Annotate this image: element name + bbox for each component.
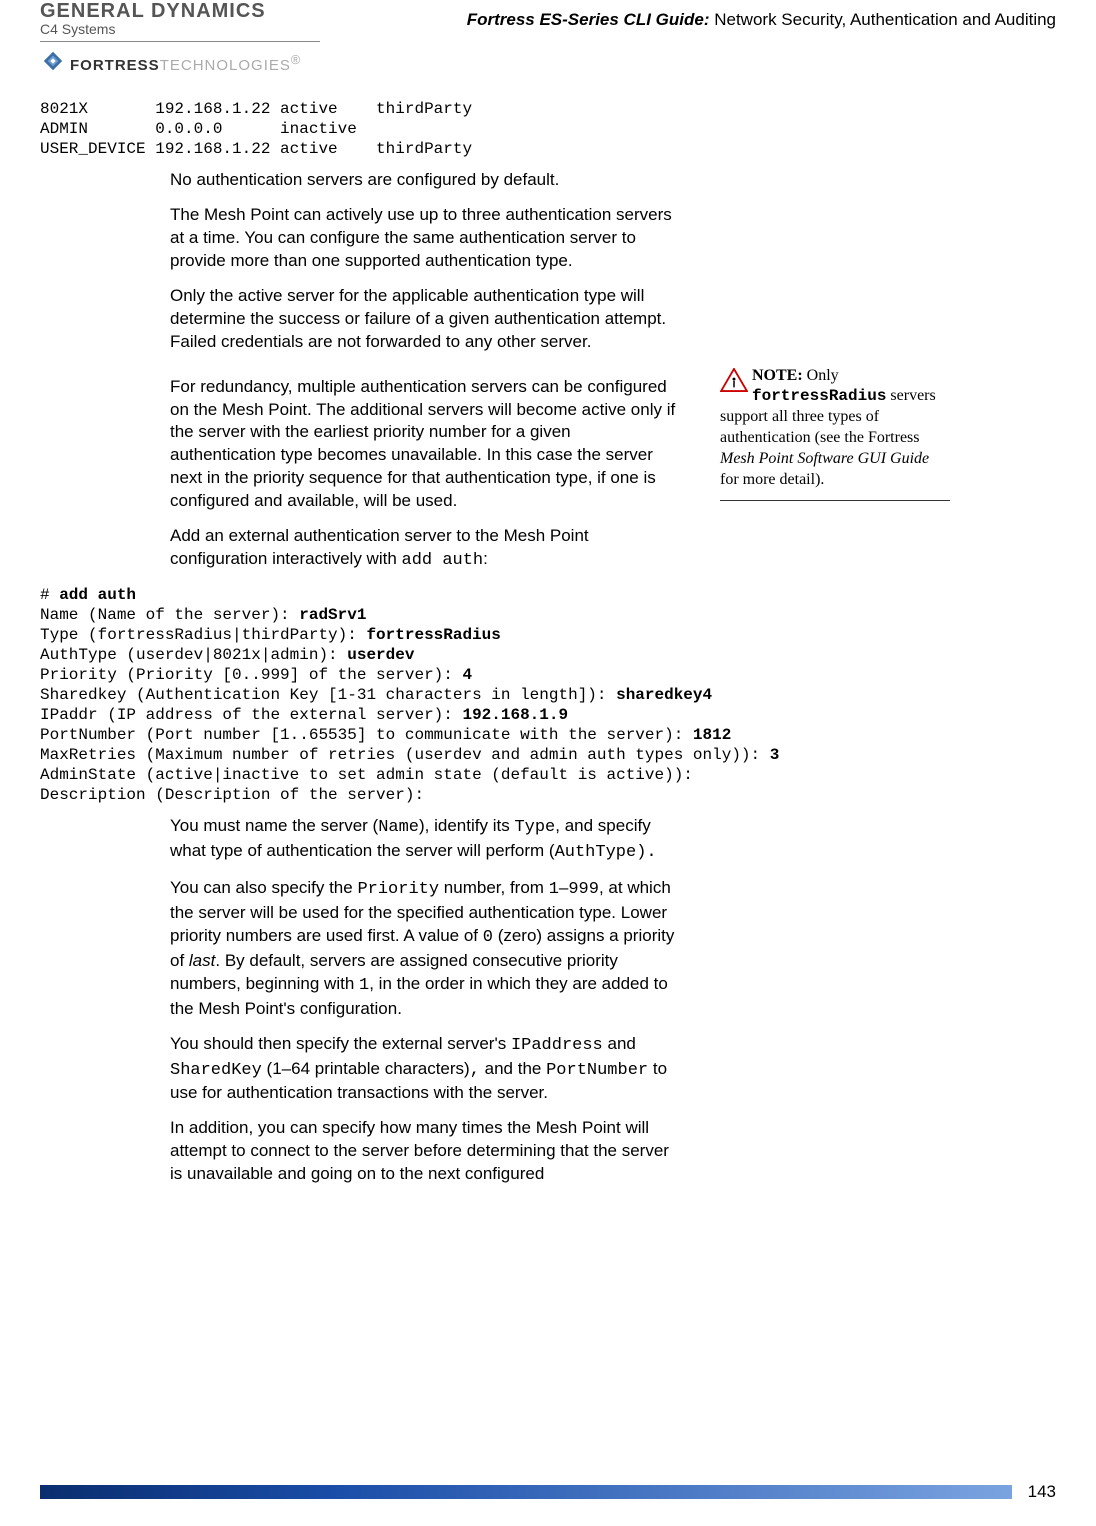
cli-label: Description (Description of the server):: [40, 786, 424, 804]
cli-label: Type (fortressRadius|thirdParty):: [40, 626, 366, 644]
inline-code: AuthType).: [555, 843, 657, 862]
text: (1–64 printable characters): [262, 1059, 470, 1078]
cli-label: IPaddr (IP address of the external serve…: [40, 706, 462, 724]
note-mono: fortressRadius: [752, 387, 886, 405]
text: You can also specify the: [170, 878, 357, 897]
gd-logo-line2: C4 Systems: [40, 21, 320, 37]
side-note: NOTE: Only fortressRadius servers suppor…: [720, 366, 950, 502]
registered-mark: ®: [291, 53, 301, 67]
fortress-word: FORTRESS: [70, 57, 160, 74]
cli-input: 192.168.1.9: [462, 706, 568, 724]
fortress-diamond-icon: [40, 48, 66, 79]
cli-input: fortressRadius: [366, 626, 500, 644]
text: ), identify its: [419, 816, 514, 835]
inline-code: SharedKey: [170, 1061, 262, 1080]
note-title: NOTE:: [752, 367, 803, 384]
inline-code: 1: [359, 976, 369, 995]
paragraph: For redundancy, multiple authentication …: [170, 376, 680, 514]
paragraph: Only the active server for the applicabl…: [170, 285, 680, 354]
paragraph: No authentication servers are configured…: [170, 169, 680, 192]
paragraph: Add an external authentication server to…: [170, 525, 680, 573]
text: –: [559, 878, 568, 897]
content-area: 8021X 192.168.1.22 active thirdParty ADM…: [0, 79, 1096, 1186]
paragraph: You must name the server (Name), identif…: [170, 815, 680, 865]
inline-code: Type: [514, 818, 555, 837]
page-number: 143: [1028, 1482, 1056, 1502]
note-text: Only: [803, 367, 839, 384]
cli-label: AuthType (userdev|8021x|admin):: [40, 646, 347, 664]
inline-code: 999: [568, 880, 599, 899]
code-table-output: 8021X 192.168.1.22 active thirdParty ADM…: [40, 99, 1056, 159]
note-em: Mesh Point Software GUI Guide: [720, 450, 929, 467]
header-title: Fortress ES-Series CLI Guide: Network Se…: [320, 0, 1056, 30]
inline-code: Name: [378, 818, 419, 837]
header-title-em: Fortress ES-Series CLI Guide:: [467, 10, 710, 29]
paragraph: You can also specify the Priority number…: [170, 877, 680, 1021]
paragraph: The Mesh Point can actively use up to th…: [170, 204, 680, 273]
text: and: [603, 1034, 636, 1053]
page-footer: 143: [40, 1482, 1056, 1502]
cli-label: Sharedkey (Authentication Key [1-31 char…: [40, 686, 616, 704]
inline-command: add auth: [402, 551, 484, 570]
gd-logo-line1: GENERAL DYNAMICS: [40, 0, 320, 23]
header-title-rest: Network Security, Authentication and Aud…: [710, 10, 1057, 29]
cli-input: 4: [462, 666, 472, 684]
technologies-word: TECHNOLOGIES: [160, 57, 291, 74]
text: number, from: [439, 878, 549, 897]
fortress-logo-text: FORTRESSTECHNOLOGIES®: [70, 53, 301, 74]
inline-code: PortNumber: [546, 1061, 648, 1080]
cli-input: sharedkey4: [616, 686, 712, 704]
page-header: GENERAL DYNAMICS C4 Systems FORTRESSTECH…: [0, 0, 1096, 79]
cli-label: Priority (Priority [0..999] of the serve…: [40, 666, 462, 684]
company-logos: GENERAL DYNAMICS C4 Systems FORTRESSTECH…: [40, 0, 320, 79]
paragraph: In addition, you can specify how many ti…: [170, 1117, 680, 1186]
inline-em: last: [189, 951, 215, 970]
inline-code: IPaddress: [511, 1036, 603, 1055]
text: and the: [480, 1059, 546, 1078]
cli-label: AdminState (active|inactive to set admin…: [40, 766, 693, 784]
note-text: for more detail).: [720, 471, 824, 488]
text: Add an external authentication server to…: [170, 526, 589, 568]
paragraph: You should then specify the external ser…: [170, 1033, 680, 1106]
fortress-logo-bar: FORTRESSTECHNOLOGIES®: [40, 41, 320, 79]
cli-label: MaxRetries (Maximum number of retries (u…: [40, 746, 770, 764]
text: You must name the server (: [170, 816, 378, 835]
footer-gradient-bar: [40, 1485, 1012, 1499]
inline-code: 1: [549, 880, 559, 899]
text: :: [483, 549, 488, 568]
cli-session: # add auth Name (Name of the server): ra…: [40, 585, 1056, 805]
code-line: USER_DEVICE 192.168.1.22 active thirdPar…: [40, 140, 472, 158]
cli-input: radSrv1: [299, 606, 366, 624]
cli-command: add auth: [59, 586, 136, 604]
text: You should then specify the external ser…: [170, 1034, 511, 1053]
inline-code: ,: [470, 1061, 480, 1080]
cli-input: 3: [770, 746, 780, 764]
cli-label: Name (Name of the server):: [40, 606, 299, 624]
cli-prompt: #: [40, 586, 59, 604]
cli-input: 1812: [693, 726, 731, 744]
inline-code: 0: [483, 928, 493, 947]
code-line: 8021X 192.168.1.22 active thirdParty: [40, 100, 472, 118]
cli-label: PortNumber (Port number [1..65535] to co…: [40, 726, 693, 744]
code-line: ADMIN 0.0.0.0 inactive: [40, 120, 357, 138]
inline-code: Priority: [357, 880, 439, 899]
cli-input: userdev: [347, 646, 414, 664]
